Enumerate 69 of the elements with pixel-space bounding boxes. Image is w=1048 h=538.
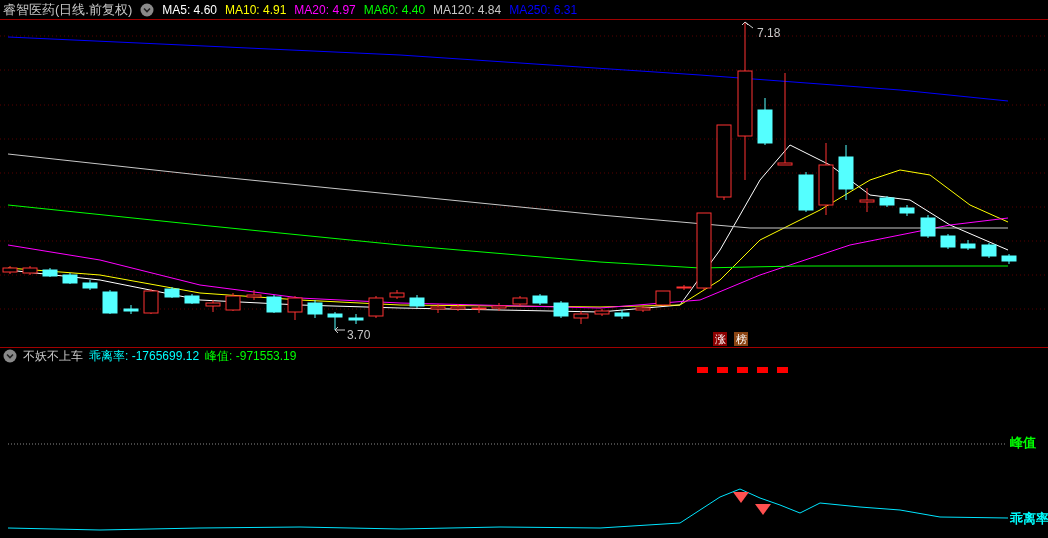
candlestick <box>471 304 487 314</box>
candlestick <box>42 267 58 278</box>
candlestick <box>614 309 630 320</box>
tag-label: 榜 <box>734 332 748 346</box>
signal-mark <box>777 367 788 373</box>
candlestick <box>430 303 446 314</box>
candlestick <box>287 295 303 321</box>
price-label: 7.18 <box>757 26 781 40</box>
indicator-value: 峰值: -971553.19 <box>205 347 297 365</box>
candlestick <box>879 195 895 208</box>
line-label: 峰值 <box>1010 435 1036 451</box>
candlestick <box>594 308 610 317</box>
candlestick <box>859 187 875 213</box>
dropdown-icon[interactable] <box>3 349 17 363</box>
moving-average-value: MA20: 4.97 <box>294 2 356 17</box>
moving-average-value: MA120: 4.84 <box>433 2 502 17</box>
candlestick <box>635 305 651 313</box>
candlestick <box>512 295 528 307</box>
candlestick <box>838 144 854 201</box>
indicator-name: 不妖不上车 <box>23 347 83 365</box>
leader-line <box>741 21 754 29</box>
moving-average-value: MA250: 6.31 <box>509 2 578 17</box>
candlestick <box>655 290 671 307</box>
candlestick <box>899 204 915 217</box>
candlestick <box>348 313 364 325</box>
candlestick <box>798 171 814 213</box>
signal-mark <box>737 367 748 373</box>
candlestick <box>22 265 38 276</box>
candlestick <box>450 303 466 312</box>
moving-average-value: MA60: 4.40 <box>363 2 426 17</box>
candlestick <box>940 233 956 250</box>
candlestick <box>676 284 692 291</box>
candlestick <box>62 272 78 285</box>
moving-average-value: MA5: 4.60 <box>162 2 217 17</box>
candlestick <box>960 239 976 251</box>
candlestick <box>553 300 569 319</box>
candlestick <box>225 292 241 312</box>
leader-line <box>334 326 346 334</box>
candlestick <box>205 299 221 313</box>
candlestick <box>532 293 548 306</box>
candlestick <box>123 304 139 315</box>
candlestick <box>1001 253 1017 265</box>
candlestick <box>573 310 589 325</box>
signal-mark <box>757 367 768 373</box>
candlestick <box>981 242 997 259</box>
candlestick <box>409 294 425 309</box>
price-label: 3.70 <box>347 328 371 342</box>
candlestick <box>491 302 507 312</box>
candlestick <box>389 289 405 300</box>
chart-title: 睿智医药(日线.前复权) <box>3 0 133 19</box>
candlestick <box>266 294 282 314</box>
candlestick <box>184 293 200 305</box>
candlestick <box>102 289 118 315</box>
candlestick <box>82 279 98 291</box>
candlestick <box>327 311 343 331</box>
moving-average-value: MA10: 4.91 <box>225 2 287 17</box>
candlestick <box>920 214 936 239</box>
dropdown-icon[interactable] <box>140 2 155 17</box>
candlestick <box>246 289 262 301</box>
line-label: 乖离率 <box>1010 511 1048 527</box>
signal-mark <box>697 367 708 373</box>
tag-label: 涨 <box>713 332 727 346</box>
candlestick <box>307 299 323 319</box>
candlestick <box>164 286 180 299</box>
candlestick <box>368 295 384 319</box>
candlestick <box>757 97 773 146</box>
indicator-value: 乖离率: -1765699.12 <box>89 347 200 365</box>
signal-mark <box>717 367 728 373</box>
candlestick <box>143 288 159 315</box>
